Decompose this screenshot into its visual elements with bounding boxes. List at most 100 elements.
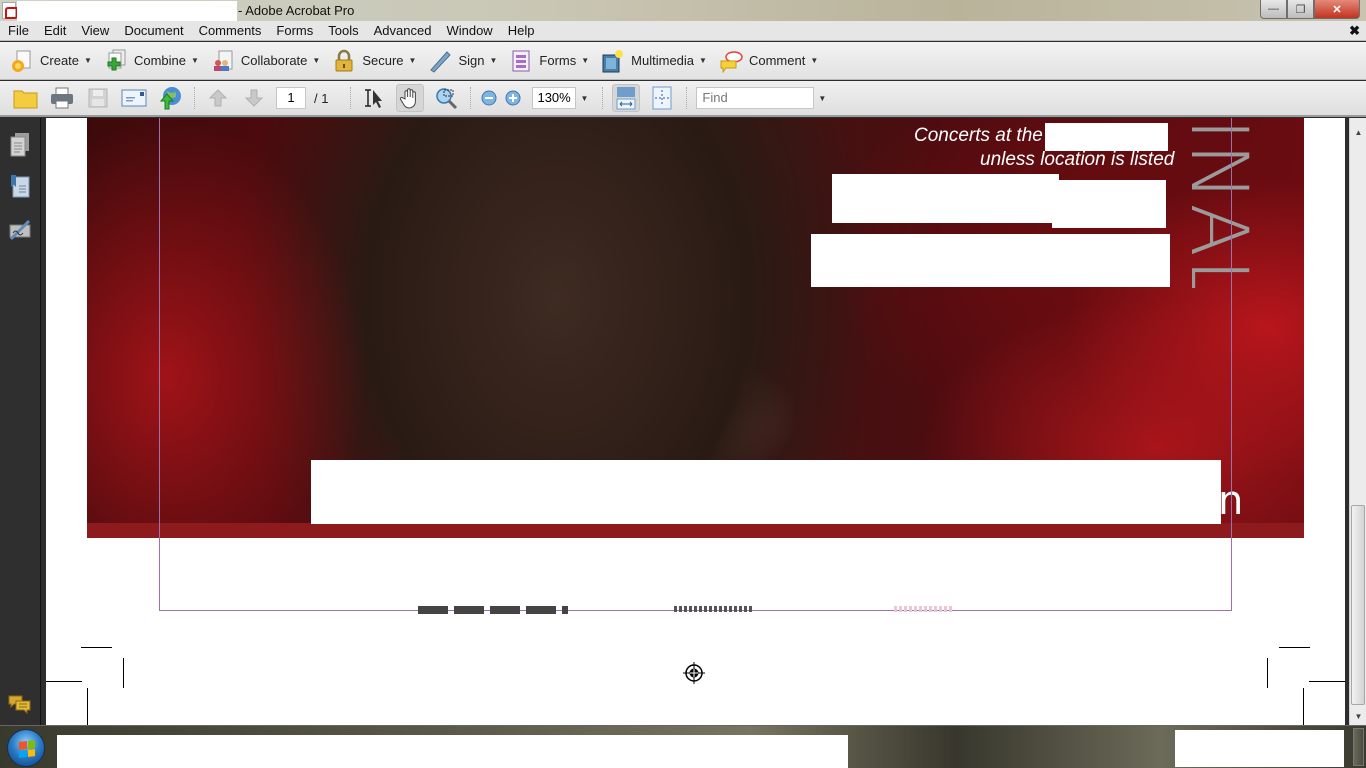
footer-logo xyxy=(418,606,568,614)
create-button[interactable]: Create ▼ xyxy=(10,46,92,76)
create-icon xyxy=(12,50,31,72)
pages-icon[interactable] xyxy=(8,132,32,158)
registration-mark-icon xyxy=(683,662,705,684)
window-title: - Adobe Acrobat Pro xyxy=(238,3,355,18)
collaborate-icon xyxy=(213,50,233,71)
chevron-down-icon: ▼ xyxy=(84,56,92,65)
zoom-in-icon xyxy=(505,90,521,106)
menu-edit[interactable]: Edit xyxy=(36,23,73,38)
scroll-thumb[interactable] xyxy=(1351,505,1365,705)
close-document-button[interactable]: ✖ xyxy=(1349,23,1360,39)
show-desktop-button[interactable] xyxy=(1353,728,1364,766)
footer-text xyxy=(894,606,954,612)
forms-label: Forms xyxy=(539,53,577,68)
menu-file[interactable]: File xyxy=(0,23,36,38)
collaborate-button[interactable]: Collaborate ▼ xyxy=(211,46,320,76)
redacted-block xyxy=(1052,180,1166,228)
floppy-disk-icon xyxy=(88,88,108,108)
location-note: unless location is listed xyxy=(980,149,1175,170)
menu-document[interactable]: Document xyxy=(116,23,190,38)
acrobat-app-icon[interactable] xyxy=(2,2,18,19)
vertical-scrollbar[interactable]: ▲ ▼ xyxy=(1349,118,1366,725)
crop-mark xyxy=(1267,658,1268,688)
multimedia-button[interactable]: Multimedia ▼ xyxy=(601,46,707,76)
crop-mark xyxy=(81,647,112,648)
sign-button[interactable]: Sign ▼ xyxy=(428,46,497,76)
bookmarks-icon[interactable] xyxy=(8,174,32,200)
open-button[interactable] xyxy=(12,84,40,112)
navigation-pane xyxy=(0,118,41,725)
crop-mark xyxy=(46,681,82,682)
zoom-in-button[interactable] xyxy=(504,84,522,112)
chevron-down-icon: ▼ xyxy=(581,56,590,65)
menu-tools[interactable]: Tools xyxy=(320,23,365,38)
printer-icon xyxy=(51,87,73,109)
toolbar-separator xyxy=(194,87,196,109)
hand-tool-button[interactable] xyxy=(396,84,425,112)
trim-guide-left xyxy=(159,118,160,610)
minimize-icon: — xyxy=(1268,3,1279,15)
menu-bar: File Edit View Document Comments Forms T… xyxy=(0,21,1366,41)
zoom-dropdown-icon[interactable]: ▼ xyxy=(580,94,588,103)
menu-comments[interactable]: Comments xyxy=(191,23,269,38)
save-button[interactable] xyxy=(84,84,112,112)
pen-icon xyxy=(430,50,452,73)
find-input[interactable]: Find xyxy=(696,87,815,109)
document-view[interactable]: Concerts at the unless location is liste… xyxy=(42,118,1349,725)
footer-text xyxy=(674,606,754,612)
chevron-down-icon: ▼ xyxy=(489,56,498,65)
redacted-title xyxy=(311,460,1221,524)
next-page-button[interactable] xyxy=(240,84,268,112)
menu-forms[interactable]: Forms xyxy=(268,23,320,38)
lock-icon xyxy=(335,49,353,71)
redacted-block xyxy=(832,174,1059,223)
zoom-out-button[interactable] xyxy=(480,84,498,112)
scroll-up-button[interactable]: ▲ xyxy=(1350,124,1366,141)
start-button[interactable] xyxy=(7,729,45,767)
fit-width-icon xyxy=(616,87,636,110)
email-button[interactable] xyxy=(120,84,148,112)
close-button[interactable]: ✕ xyxy=(1314,0,1360,19)
comment-button[interactable]: Comment ▼ xyxy=(719,46,818,76)
arrow-down-icon xyxy=(244,89,264,107)
globe-upload-icon xyxy=(159,87,181,110)
select-tool-button[interactable] xyxy=(360,84,388,112)
forms-button[interactable]: Forms ▼ xyxy=(509,46,589,76)
signatures-icon[interactable] xyxy=(8,217,32,243)
menu-advanced[interactable]: Advanced xyxy=(366,23,439,38)
multimedia-icon xyxy=(602,49,624,72)
task-toolbar: Create ▼ Combine ▼ Collaborate ▼ Secure ▼ Si… xyxy=(0,42,1366,80)
redacted-venue xyxy=(1045,123,1168,151)
title-bar: - Adobe Acrobat Pro — ❐ ✕ xyxy=(0,0,1366,21)
previous-page-button[interactable] xyxy=(204,84,232,112)
page-number-input[interactable]: 1 xyxy=(276,87,306,109)
menu-window[interactable]: Window xyxy=(438,23,499,38)
sign-label: Sign xyxy=(458,53,485,68)
marquee-zoom-button[interactable] xyxy=(432,84,460,112)
windows-logo-icon xyxy=(19,740,35,758)
comments-icon[interactable] xyxy=(8,692,32,718)
combine-label: Combine xyxy=(133,53,186,68)
accent-band xyxy=(87,523,1304,538)
crop-mark xyxy=(1303,688,1304,725)
folder-icon xyxy=(13,90,38,109)
magnifier-icon xyxy=(436,88,458,110)
upload-button[interactable] xyxy=(156,84,184,112)
create-label: Create xyxy=(40,53,80,68)
zoom-level-input[interactable]: 130% xyxy=(532,87,577,109)
menu-view[interactable]: View xyxy=(73,23,116,38)
scrolling-mode-button[interactable] xyxy=(612,84,641,112)
menu-help[interactable]: Help xyxy=(500,23,542,38)
combine-button[interactable]: Combine ▼ xyxy=(104,46,199,76)
page-total: / 1 xyxy=(314,90,329,106)
fit-page-button[interactable] xyxy=(648,84,676,112)
redacted-block xyxy=(811,234,1170,287)
find-options-dropdown-icon[interactable]: ▼ xyxy=(818,94,826,103)
minimize-button[interactable]: — xyxy=(1260,0,1287,19)
chevron-down-icon: ▼ xyxy=(312,56,321,65)
scroll-down-button[interactable]: ▼ xyxy=(1350,708,1366,725)
restore-button[interactable]: ❐ xyxy=(1287,0,1314,19)
secure-button[interactable]: Secure ▼ xyxy=(332,46,416,76)
crop-mark xyxy=(87,688,88,725)
print-button[interactable] xyxy=(48,84,76,112)
